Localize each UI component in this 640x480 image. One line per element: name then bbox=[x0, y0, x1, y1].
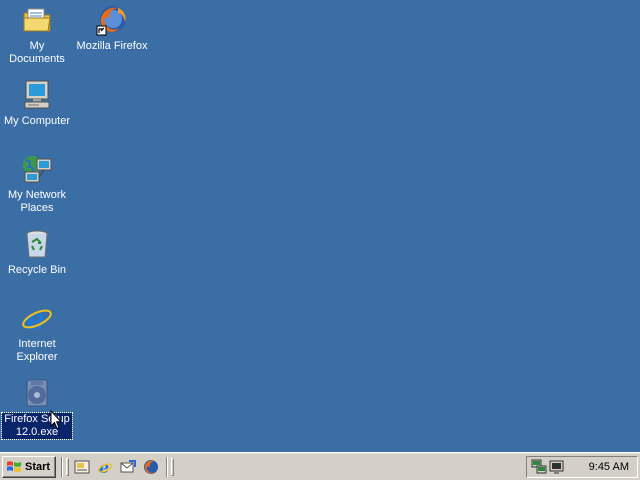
quick-launch-internet-explorer[interactable]: e bbox=[95, 457, 115, 477]
windows-logo-icon bbox=[7, 461, 21, 472]
network-places-icon bbox=[21, 153, 53, 185]
display-icon[interactable] bbox=[549, 459, 565, 475]
start-label: Start bbox=[25, 461, 51, 473]
internet-explorer-icon: e bbox=[21, 302, 53, 337]
desktop-icon-my-documents[interactable]: My Documents bbox=[0, 4, 74, 66]
desktop[interactable]: My Documents Mozilla Firefox My Computer… bbox=[0, 0, 640, 452]
desktop-icon-internet-explorer[interactable]: e Internet Explorer bbox=[0, 302, 74, 364]
desktop-icon-label: My Documents bbox=[9, 40, 65, 65]
folder-documents-icon bbox=[21, 4, 53, 36]
desktop-icon-label: Recycle Bin bbox=[7, 264, 67, 276]
clock[interactable]: 9:45 AM bbox=[589, 461, 629, 473]
show-desktop-icon bbox=[74, 460, 90, 474]
show-desktop-button[interactable] bbox=[72, 457, 92, 477]
desktop-icon-recycle-bin[interactable]: Recycle Bin bbox=[0, 228, 74, 277]
taskbar-grip[interactable] bbox=[171, 458, 174, 476]
desktop-icon-label: Internet Explorer bbox=[16, 338, 58, 363]
quick-launch-outlook-express[interactable] bbox=[118, 457, 138, 477]
desktop-icon-mozilla-firefox[interactable]: Mozilla Firefox bbox=[75, 4, 149, 53]
desktop-icon-label: My Computer bbox=[3, 115, 71, 127]
quick-launch-grip[interactable] bbox=[66, 458, 69, 476]
desktop-icon-label: Firefox Setup 12.0.exe bbox=[1, 412, 73, 440]
internet-explorer-icon: e bbox=[97, 459, 113, 475]
desktop-icon-my-computer[interactable]: My Computer bbox=[0, 79, 74, 128]
desktop-icon-my-network-places[interactable]: My Network Places bbox=[0, 153, 74, 215]
taskbar-separator bbox=[61, 457, 63, 477]
taskbar: Start e 9:45 AM bbox=[0, 452, 640, 480]
system-tray: 9:45 AM bbox=[526, 456, 638, 478]
firefox-icon bbox=[144, 460, 158, 474]
recycle-bin-icon bbox=[21, 228, 53, 260]
computer-icon bbox=[21, 79, 53, 111]
desktop-icon-label: Mozilla Firefox bbox=[76, 40, 148, 52]
firefox-shortcut-icon bbox=[96, 4, 128, 36]
quick-launch-firefox[interactable] bbox=[141, 457, 161, 477]
outlook-express-icon bbox=[120, 460, 136, 473]
desktop-icon-firefox-setup[interactable]: Firefox Setup 12.0.exe bbox=[0, 377, 74, 440]
network-icon[interactable] bbox=[531, 459, 547, 475]
firefox-setup-icon bbox=[21, 377, 53, 409]
start-button[interactable]: Start bbox=[2, 456, 56, 478]
desktop-icon-label: My Network Places bbox=[7, 189, 67, 214]
taskbar-separator bbox=[166, 457, 168, 477]
